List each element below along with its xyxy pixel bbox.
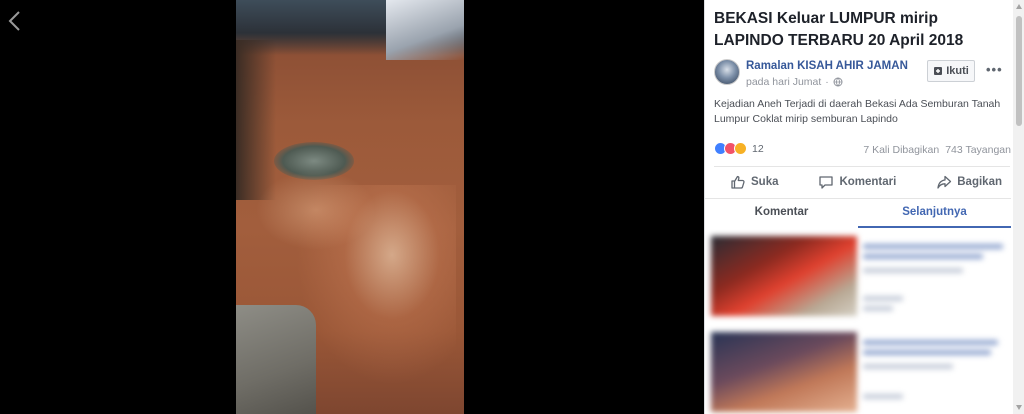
panel-tabs: Komentar Selanjutnya bbox=[705, 198, 1011, 228]
follow-button[interactable]: Ikuti bbox=[927, 60, 975, 82]
post-title: BEKASI Keluar LUMPUR mirip LAPINDO TERBA… bbox=[714, 10, 964, 49]
comment-button[interactable]: Komentari bbox=[818, 167, 896, 196]
video-ground bbox=[236, 305, 316, 414]
share-label: Bagikan bbox=[957, 175, 1002, 188]
post-meta: pada hari Jumat · bbox=[746, 76, 843, 88]
video-viewer[interactable] bbox=[0, 0, 704, 414]
panel-scrollbar[interactable] bbox=[1013, 0, 1024, 414]
follow-label: Ikuti bbox=[946, 65, 969, 77]
video-cloth bbox=[386, 0, 464, 60]
view-count: 743 Tayangan bbox=[945, 144, 1011, 156]
comment-bubble-icon bbox=[819, 175, 834, 189]
chevron-left-icon[interactable] bbox=[6, 10, 24, 32]
author-link[interactable]: Ramalan KISAH AHIR JAMAN bbox=[746, 60, 908, 72]
post-time[interactable]: pada hari Jumat bbox=[746, 76, 821, 88]
avatar[interactable] bbox=[714, 59, 740, 85]
share-button[interactable]: Bagikan bbox=[936, 167, 1002, 196]
next-videos-list bbox=[711, 232, 1011, 414]
scroll-up-icon[interactable] bbox=[1016, 4, 1022, 9]
scroll-down-icon[interactable] bbox=[1016, 405, 1022, 410]
thumbs-up-icon bbox=[731, 175, 745, 189]
share-arrow-icon bbox=[937, 175, 952, 189]
globe-icon bbox=[833, 77, 843, 87]
next-video-item[interactable] bbox=[711, 236, 1011, 316]
post-panel: BEKASI Keluar LUMPUR mirip LAPINDO TERBA… bbox=[704, 0, 1024, 414]
reactions-summary[interactable]: 12 bbox=[714, 142, 764, 155]
video-thumbnail bbox=[711, 332, 857, 412]
video-thumbnail bbox=[711, 236, 857, 316]
reaction-count: 12 bbox=[752, 142, 764, 155]
video-reflection bbox=[296, 185, 456, 385]
post-stats: 7 Kali Dibagikan 743 Tayangan bbox=[863, 144, 1011, 156]
wow-reaction-icon bbox=[734, 142, 747, 155]
video-player[interactable] bbox=[236, 0, 464, 414]
scrollbar-thumb[interactable] bbox=[1016, 16, 1022, 126]
next-video-item[interactable] bbox=[711, 332, 1011, 412]
like-button[interactable]: Suka bbox=[730, 167, 779, 196]
post-text: Kejadian Aneh Terjadi di daerah Bekasi A… bbox=[714, 98, 1001, 125]
tab-next[interactable]: Selanjutnya bbox=[858, 199, 1011, 228]
share-count[interactable]: 7 Kali Dibagikan bbox=[863, 144, 939, 156]
tab-comments[interactable]: Komentar bbox=[705, 199, 858, 228]
comment-label: Komentari bbox=[839, 175, 897, 188]
action-bar: Suka Komentari Bagikan bbox=[714, 166, 1010, 196]
more-options-button[interactable]: ••• bbox=[986, 62, 1003, 77]
like-label: Suka bbox=[751, 175, 779, 188]
follow-plus-icon bbox=[934, 67, 943, 75]
